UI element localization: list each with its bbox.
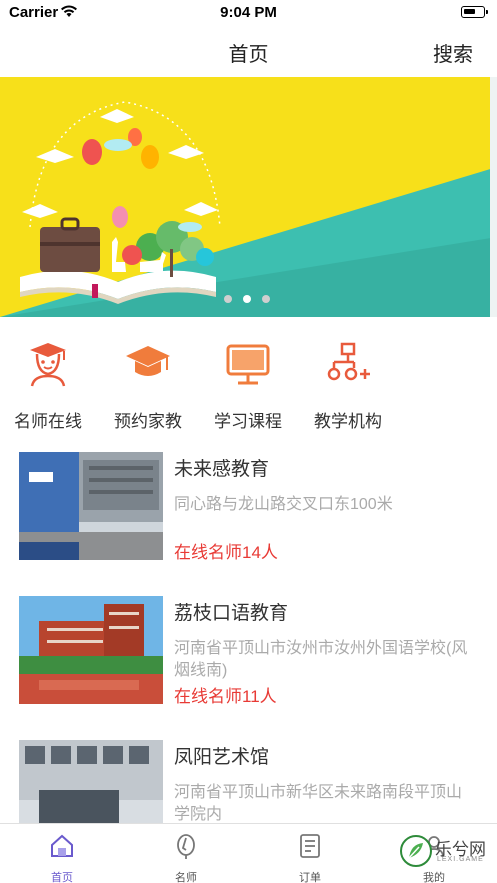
online-teacher-count: 在线名师11人 <box>174 687 277 706</box>
institution-name: 未来感教育 <box>174 459 270 480</box>
clock: 9:04 PM <box>220 4 277 21</box>
tab-label: 首页 <box>51 872 73 883</box>
institution-address: 河南省平顶山市汝州市汝州外国语学校(风烟线南) <box>174 640 468 679</box>
battery-icon <box>461 6 488 18</box>
carousel-dot[interactable] <box>262 295 270 303</box>
quick-nav-teachers-online[interactable]: 名师在线 <box>8 340 88 432</box>
quick-nav-label: 预约家教 <box>114 412 182 431</box>
teacher-icon <box>30 343 66 387</box>
quick-nav-book-tutor[interactable]: 预约家教 <box>108 340 188 432</box>
search-button[interactable]: 搜索 <box>433 38 473 67</box>
watermark-subtext: LEXI.GAME <box>437 856 484 863</box>
tab-label: 名师 <box>175 872 197 883</box>
carousel-indicator[interactable] <box>224 295 270 303</box>
quick-nav-label: 名师在线 <box>14 412 82 431</box>
nav-bar: 首页 搜索 <box>0 26 497 76</box>
home-icon <box>51 834 73 857</box>
tab-teachers[interactable]: 名师 <box>146 832 226 883</box>
tab-label: 我的 <box>423 872 445 883</box>
banner-image[interactable] <box>0 77 497 317</box>
quick-nav-label: 教学机构 <box>314 412 382 431</box>
quick-nav-courses[interactable]: 学习课程 <box>208 340 288 432</box>
institution-photo[interactable] <box>19 596 163 704</box>
institution-address: 同心路与龙山路交叉口东100米 <box>174 496 393 513</box>
watermark-logo-icon <box>400 835 432 867</box>
list-item[interactable]: 未来感教育 同心路与龙山路交叉口东100米 在线名师14人 <box>0 440 497 570</box>
page-title: 首页 <box>228 44 269 66</box>
banner-carousel[interactable] <box>0 77 497 317</box>
status-bar: Carrier 9:04 PM <box>0 0 497 26</box>
monitor-icon <box>226 344 270 385</box>
tab-home[interactable]: 首页 <box>22 832 102 883</box>
quick-nav-label: 学习课程 <box>214 412 282 431</box>
carousel-dot[interactable] <box>224 295 232 303</box>
institution-photo[interactable] <box>19 452 163 560</box>
watermark: 乐兮网 LEXI.GAME <box>399 831 489 871</box>
list-item[interactable]: 荔枝口语教育 河南省平顶山市汝州市汝州外国语学校(风烟线南) 在线名师11人 <box>0 584 497 714</box>
institution-name: 凤阳艺术馆 <box>174 747 270 768</box>
institution-address: 河南省平顶山市新华区未来路南段平顶山学院内 <box>174 784 463 823</box>
quick-nav: 名师在线 预约家教 学习课程 教学机构 <box>0 340 497 432</box>
graduation-cap-icon <box>126 346 170 376</box>
carousel-dot-active[interactable] <box>243 295 251 303</box>
org-chart-icon <box>327 342 370 381</box>
tab-label: 订单 <box>299 872 321 883</box>
tab-orders[interactable]: 订单 <box>270 832 350 883</box>
teacher-tab-icon <box>177 834 195 859</box>
order-icon <box>300 834 320 858</box>
online-teacher-count: 在线名师14人 <box>174 543 278 562</box>
institution-name: 荔枝口语教育 <box>174 603 289 624</box>
quick-nav-institutions[interactable]: 教学机构 <box>308 340 388 432</box>
